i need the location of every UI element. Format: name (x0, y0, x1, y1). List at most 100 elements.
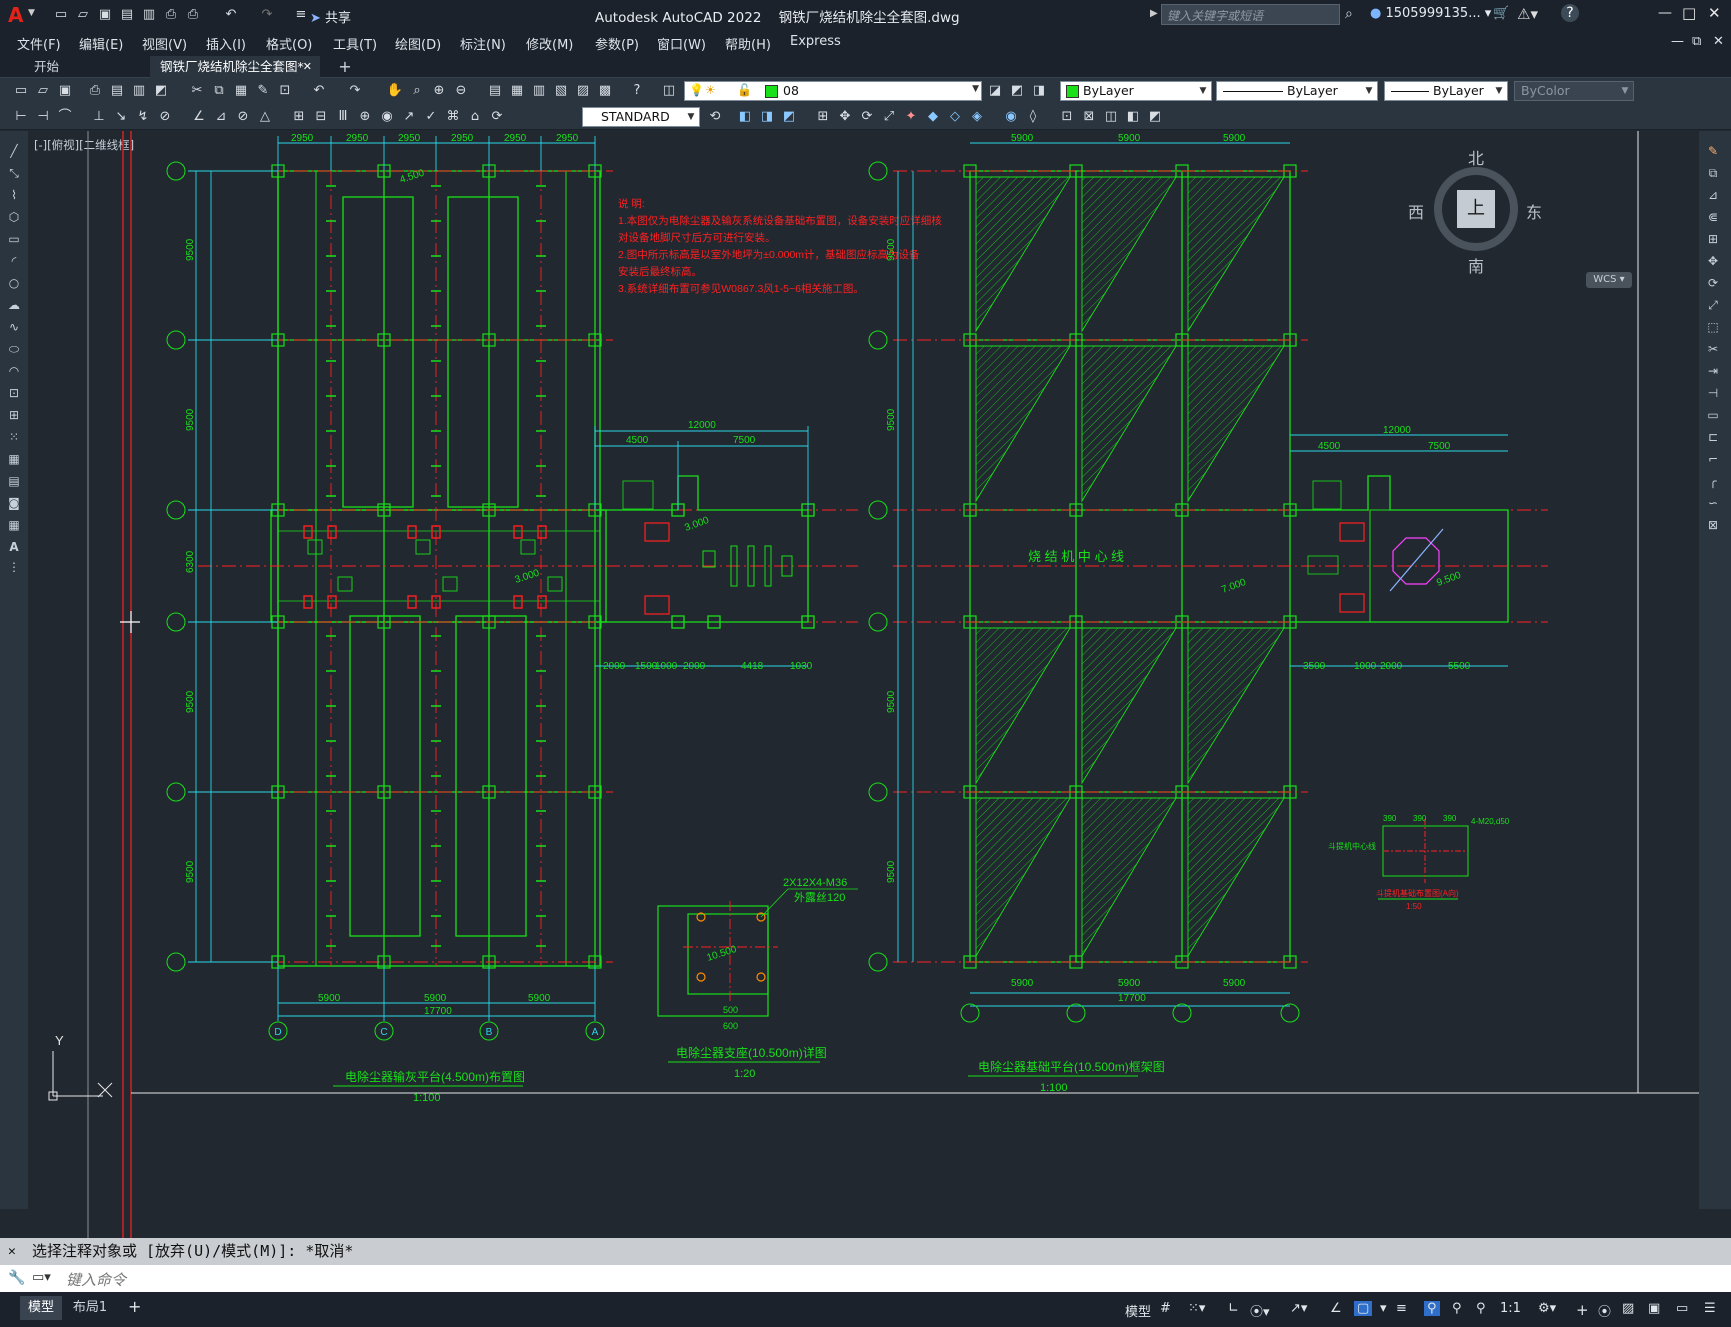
match-prop-icon[interactable]: ✎ (254, 82, 272, 100)
doc-restore-button[interactable]: ⧉ (1692, 34, 1701, 49)
wcs-menu-button[interactable]: WCS ▾ (1586, 272, 1632, 288)
menu-express[interactable]: Express (790, 34, 841, 49)
autocad-logo[interactable]: A (8, 3, 23, 27)
add-selected-icon[interactable]: ⋮ (5, 559, 23, 575)
dim-jogged-icon[interactable]: ↯ (134, 108, 152, 126)
annotation-scale-icon[interactable]: ⚲ (1476, 1301, 1486, 1316)
modify-offset-icon[interactable]: ◩ (780, 108, 798, 126)
menu-edit[interactable]: 编辑(E) (79, 34, 123, 53)
cut-icon[interactable]: ✂ (188, 82, 206, 100)
tab-active-drawing[interactable]: 钢铁厂烧结机除尘全套图* ✕ (150, 56, 320, 78)
help-tb-icon[interactable]: ? (628, 82, 646, 100)
dim-baseline-icon[interactable]: ⊘ (234, 108, 252, 126)
dim-arc-icon[interactable]: ⌒ (56, 108, 74, 126)
hardware-accel-icon[interactable]: ▨ (1622, 1301, 1634, 1316)
zoom-realtime-icon[interactable]: ⌕ (408, 82, 426, 100)
doc-close-button[interactable]: ✕ (1713, 34, 1724, 49)
lineweight-dropdown[interactable]: ByLayer ▼ (1384, 81, 1508, 101)
plot-icon[interactable]: ⎙ (86, 82, 104, 100)
calculator-icon[interactable]: ▩ (596, 82, 614, 100)
arc-icon[interactable]: ◜ (5, 253, 23, 269)
properties-icon[interactable]: ▤ (486, 82, 504, 100)
insert-block-icon[interactable]: ⊡ (5, 385, 23, 401)
cart-icon[interactable]: 🛒 (1493, 6, 1509, 21)
modify-join-icon[interactable]: ◉ (1002, 108, 1020, 126)
tab-close-icon[interactable]: ✕ (303, 56, 312, 78)
lineweight-icon[interactable]: ≡ (1396, 1301, 1407, 1316)
menu-dimension[interactable]: 标注(N) (460, 34, 506, 53)
share-button[interactable]: ➤ 共享 (310, 7, 351, 26)
save-icon-tb[interactable]: ▣ (56, 82, 74, 100)
point-icon[interactable]: ⁙ (5, 429, 23, 445)
polar-icon[interactable]: ⦿▾ (1250, 1301, 1270, 1320)
layer-state-icon[interactable]: ◨ (1030, 82, 1048, 100)
dim-update-icon[interactable]: ⌂ (466, 108, 484, 126)
minimize-button[interactable]: — (1658, 5, 1672, 21)
menu-draw[interactable]: 绘图(D) (395, 34, 441, 53)
dim-style-icon[interactable]: ⟳ (488, 108, 506, 126)
paste-icon[interactable]: ▦ (232, 82, 250, 100)
viewcube-west[interactable]: 西 (1408, 199, 1424, 223)
user-account-button[interactable]: ● 1505999135... ▾ (1370, 6, 1491, 21)
customize-icon[interactable]: ≡ (292, 6, 310, 24)
new-icon[interactable]: ▭ (12, 82, 30, 100)
break-at-point-icon[interactable]: ⊣ (1704, 385, 1722, 401)
save-icon[interactable]: ▣ (96, 6, 114, 24)
mtext-icon[interactable]: A (5, 539, 23, 555)
chamfer-icon[interactable]: ⌐ (1704, 451, 1722, 467)
make-block-icon[interactable]: ⊞ (5, 407, 23, 423)
polyline-icon[interactable]: ⌇ (5, 187, 23, 203)
color-dropdown[interactable]: ByLayer ▼ (1060, 81, 1212, 101)
dim-continue-icon[interactable]: △ (256, 108, 274, 126)
tolerance-icon[interactable]: Ⅲ (334, 108, 352, 126)
viewcube-south[interactable]: 南 (1468, 253, 1484, 277)
undo-tb-icon[interactable]: ↶ (310, 82, 328, 100)
modify-break-icon[interactable]: ◈ (968, 108, 986, 126)
jog-line-icon[interactable]: ↗ (400, 108, 418, 126)
markup-icon[interactable]: ▨ (574, 82, 592, 100)
break-icon[interactable]: ▭ (1704, 407, 1722, 423)
app-menu-chevron-icon[interactable]: ▼ (28, 8, 35, 18)
open-icon[interactable]: ▱ (34, 82, 52, 100)
modify-array-icon[interactable]: ⊞ (814, 108, 832, 126)
inspect-icon[interactable]: ◉ (378, 108, 396, 126)
auto-scale-icon[interactable]: ⚲ (1452, 1301, 1462, 1316)
scale-icon[interactable]: ⤢ (1704, 297, 1722, 313)
print-icon-2[interactable]: ⎙ (184, 6, 202, 24)
revcloud-icon[interactable]: ☁ (5, 297, 23, 313)
viewcube-top-face[interactable]: 上 (1457, 190, 1495, 228)
isodraft-icon[interactable]: ↗▾ (1290, 1301, 1307, 1316)
osnap-tracking-icon[interactable]: ∠ (1330, 1301, 1342, 1316)
rectangle-icon[interactable]: ▭ (5, 231, 23, 247)
search-expand-icon[interactable]: ▶ (1150, 8, 1158, 19)
dim-style-manager-icon[interactable]: ⟲ (706, 108, 724, 126)
layer-properties-icon[interactable]: ◫ (660, 82, 678, 100)
menu-format[interactable]: 格式(O) (266, 34, 312, 53)
command-history-close-icon[interactable]: ✕ (8, 1238, 16, 1265)
zoom-previous-icon[interactable]: ⊖ (452, 82, 470, 100)
modify-mirror-icon[interactable]: ◨ (758, 108, 776, 126)
viewcube[interactable]: 上 北 南 西 东 (1406, 139, 1546, 279)
maximize-button[interactable]: □ (1682, 4, 1696, 22)
menu-view[interactable]: 视图(V) (142, 34, 187, 53)
move-icon[interactable]: ✥ (1704, 253, 1722, 269)
layout-tab-layout1[interactable]: 布局1 (66, 1296, 114, 1320)
stretch-icon[interactable]: ⬚ (1704, 319, 1722, 335)
save-as-icon[interactable]: ▤ (118, 6, 136, 24)
model-space-canvas[interactable]: [-][俯视][二维线框] 2950 2950 2950 2950 2950 2… (28, 131, 1699, 1238)
tab-start[interactable]: 开始 (24, 56, 148, 78)
command-input[interactable]: 键入命令 (62, 1265, 1731, 1292)
modify-move-icon[interactable]: ✥ (836, 108, 854, 126)
menu-tools[interactable]: 工具(T) (333, 34, 377, 53)
menu-modify[interactable]: 修改(M) (526, 34, 573, 53)
hatch-icon[interactable]: ▦ (5, 451, 23, 467)
copy-icon[interactable]: ⧉ (210, 82, 228, 100)
line-icon[interactable]: ╱ (5, 143, 23, 159)
array-icon[interactable]: ⊞ (1704, 231, 1722, 247)
dim-edit-icon[interactable]: ✓ (422, 108, 440, 126)
menu-file[interactable]: 文件(F) (17, 34, 61, 53)
make-current-icon[interactable]: ◪ (986, 82, 1004, 100)
dim-ordinate-icon[interactable]: ⊥ (90, 108, 108, 126)
layer-previous-icon[interactable]: ◩ (1008, 82, 1026, 100)
modify-fillet-icon[interactable]: ⊡ (1058, 108, 1076, 126)
